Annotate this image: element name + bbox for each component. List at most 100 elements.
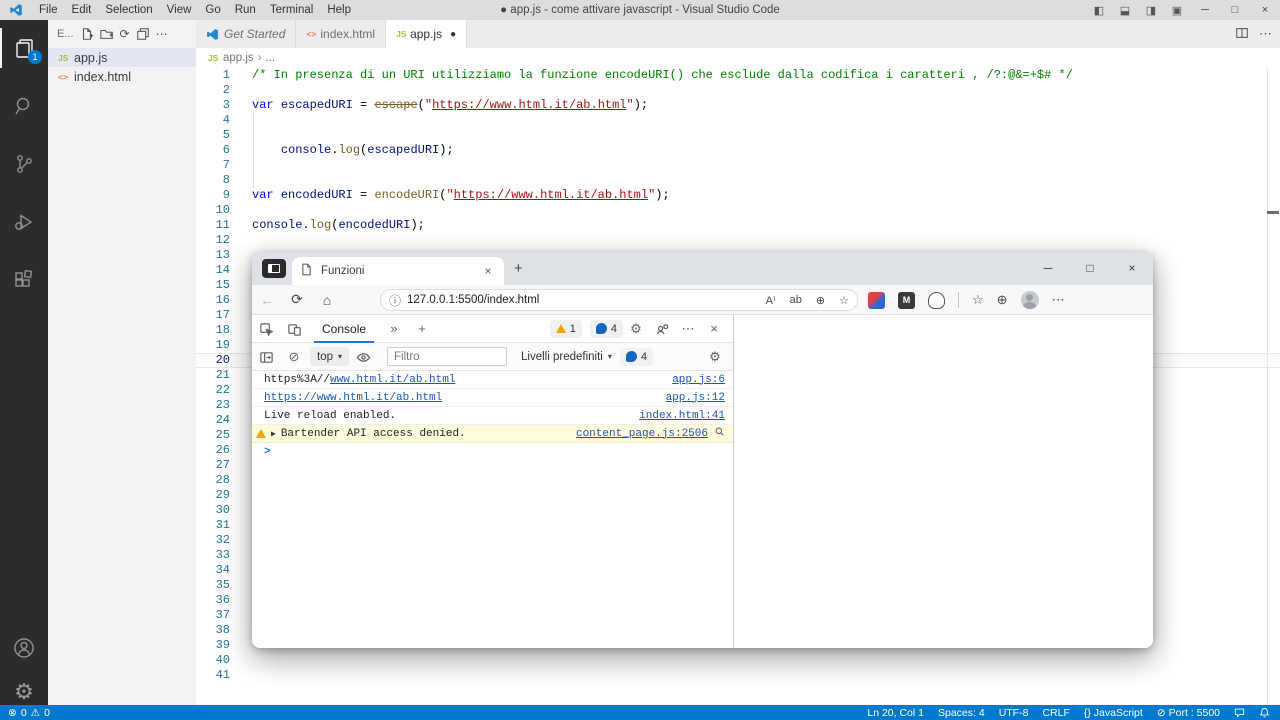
console-sidebar-icon[interactable] [252, 348, 280, 364]
url-text[interactable]: 127.0.0.1:5500/index.html [407, 294, 539, 306]
run-debug-icon[interactable] [0, 202, 48, 242]
editor-more-actions-icon[interactable]: ⋯ [1259, 26, 1272, 42]
menu-edit[interactable]: Edit [65, 0, 99, 20]
code-line-40[interactable]: 40 [196, 653, 1280, 668]
browser-tab[interactable]: Funzioni × [292, 257, 504, 285]
code-line-1[interactable]: 1/* In presenza di un URI utilizziamo la… [196, 68, 1280, 83]
context-selector[interactable]: top▾ [310, 347, 349, 366]
browser-maximize-button[interactable]: □ [1069, 252, 1111, 284]
extension-o-icon[interactable] [928, 292, 945, 309]
code-line-2[interactable]: 2 [196, 83, 1280, 98]
new-folder-icon[interactable] [100, 27, 114, 42]
code-line-11[interactable]: 11console.log(encodedURI); [196, 218, 1280, 233]
status-utf-8[interactable]: UTF-8 [999, 707, 1029, 719]
code-line-7[interactable]: 7 [196, 158, 1280, 173]
problems-status[interactable]: ⊗ 0 ⚠ 0 [0, 707, 50, 719]
profile-avatar[interactable] [1021, 291, 1039, 309]
message-count-badge[interactable]: 4 [590, 320, 623, 338]
window-minimize-button[interactable]: ─ [1190, 0, 1220, 20]
extension-m-icon[interactable]: M [898, 292, 915, 309]
code-line-6[interactable]: 6 console.log(escapedURI); [196, 143, 1280, 158]
collapse-folders-icon[interactable] [136, 27, 150, 42]
tab-index.html[interactable]: <>index.html [296, 20, 386, 48]
add-tool-icon[interactable]: + [408, 321, 436, 336]
source-link[interactable]: app.js:6 [672, 374, 725, 386]
code-line-5[interactable]: 5 [196, 128, 1280, 143]
extensions-icon[interactable] [0, 260, 48, 300]
back-icon[interactable]: ← [252, 292, 282, 308]
search-source-icon[interactable] [714, 426, 725, 441]
message-link[interactable]: www.html.it/ab.html [330, 374, 455, 386]
address-bar[interactable]: ⓘ 127.0.0.1:5500/index.html A⁾ ab ⊕ ☆ [380, 289, 858, 311]
browser-minimize-button[interactable]: ─ [1027, 252, 1069, 284]
devtools-tab-console[interactable]: Console [314, 315, 374, 343]
console-message-warning[interactable]: ▶Bartender API access denied.content_pag… [252, 425, 733, 443]
code-line-4[interactable]: 4 [196, 113, 1280, 128]
favorite-star-icon[interactable]: ☆ [839, 294, 849, 307]
devtools-settings-icon[interactable]: ⚙ [623, 321, 649, 337]
tab-app.js[interactable]: JSapp.js● [386, 20, 467, 48]
explorer-item-app.js[interactable]: JSapp.js [48, 48, 196, 67]
read-aloud-icon[interactable]: A⁾ [766, 294, 776, 307]
code-line-41[interactable]: 41 [196, 668, 1280, 683]
clear-console-icon[interactable]: ⊘ [280, 349, 308, 365]
browser-close-button[interactable]: × [1111, 252, 1153, 284]
toggle-secondary-sidebar-icon[interactable]: ◨ [1138, 4, 1164, 17]
favorites-bar-icon[interactable]: ☆ [972, 292, 984, 308]
code-line-3[interactable]: 3var escapedURI = escape("https://www.ht… [196, 98, 1280, 113]
refresh-icon[interactable]: ⟳ [120, 27, 130, 41]
status-crlf[interactable]: CRLF [1042, 707, 1069, 719]
tab-get-started[interactable]: Get Started [196, 20, 296, 48]
status-port-5500[interactable]: ⊘Port : 5500 [1157, 707, 1220, 719]
tab-actions-menu-icon[interactable] [262, 259, 286, 278]
status-ln-20-col-1[interactable]: Ln 20, Col 1 [867, 707, 924, 719]
translate-icon[interactable]: ab [790, 294, 802, 306]
levels-message-badge[interactable]: 4 [620, 348, 653, 366]
menu-go[interactable]: Go [198, 0, 227, 20]
toggle-sidebar-icon[interactable]: ◧ [1086, 4, 1112, 17]
reload-icon[interactable]: ⟳ [282, 291, 312, 308]
home-icon[interactable]: ⌂ [312, 292, 342, 308]
console-settings-icon[interactable]: ⚙ [705, 349, 733, 365]
menu-help[interactable]: Help [320, 0, 358, 20]
feedback-people-icon[interactable] [649, 320, 675, 336]
source-link[interactable]: content_page.js:2506 [576, 428, 708, 440]
feedback-icon[interactable] [1234, 707, 1245, 718]
console-filter-input[interactable] [387, 347, 507, 366]
message-link[interactable]: https://www.html.it/ab.html [264, 392, 442, 404]
console-message-log[interactable]: https%3A//www.html.it/ab.htmlapp.js:6 [252, 371, 733, 389]
window-restore-button[interactable]: □ [1220, 0, 1250, 20]
window-close-button[interactable]: × [1250, 0, 1280, 20]
code-line-12[interactable]: 12 [196, 233, 1280, 248]
site-info-icon[interactable]: ⓘ [389, 292, 401, 309]
console-message-log[interactable]: https://www.html.it/ab.html app.js:12 [252, 389, 733, 407]
expand-arrow-icon[interactable]: ▶ [271, 429, 276, 439]
browser-settings-icon[interactable]: ⋯ [1052, 292, 1065, 308]
console-message-prompt[interactable]: > [252, 443, 733, 461]
new-tab-button[interactable]: + [514, 260, 523, 277]
customize-layout-icon[interactable]: ▣ [1164, 4, 1190, 17]
warning-count-badge[interactable]: 1 [550, 320, 582, 338]
devtools-close-icon[interactable]: × [701, 321, 727, 336]
menu-run[interactable]: Run [228, 0, 263, 20]
split-editor-icon[interactable] [1235, 26, 1249, 43]
notifications-bell-icon[interactable] [1259, 707, 1270, 718]
breadcrumb-more[interactable]: ... [266, 52, 276, 64]
console-message-log[interactable]: Live reload enabled.index.html:41 [252, 407, 733, 425]
scrollbar-track[interactable] [1267, 68, 1268, 705]
zoom-page-icon[interactable]: ⊕ [816, 294, 825, 307]
explorer-more-actions-icon[interactable]: ⋯ [156, 27, 168, 41]
modified-dot-icon[interactable]: ● [450, 29, 456, 40]
tab-close-icon[interactable]: × [480, 264, 496, 278]
more-tabs-icon[interactable]: » [380, 321, 408, 336]
log-levels-selector[interactable]: Livelli predefiniti▾ [521, 351, 612, 363]
menu-view[interactable]: View [160, 0, 199, 20]
accounts-icon[interactable] [0, 628, 48, 668]
explorer-item-index.html[interactable]: <>index.html [48, 67, 196, 86]
explorer-icon[interactable]: 1 [0, 28, 48, 68]
source-link[interactable]: app.js:12 [666, 392, 725, 404]
collections-icon[interactable]: ⊕ [997, 292, 1008, 308]
inspect-element-icon[interactable] [252, 320, 280, 336]
menu-terminal[interactable]: Terminal [263, 0, 320, 20]
devtools-more-icon[interactable]: ⋯ [675, 321, 701, 337]
